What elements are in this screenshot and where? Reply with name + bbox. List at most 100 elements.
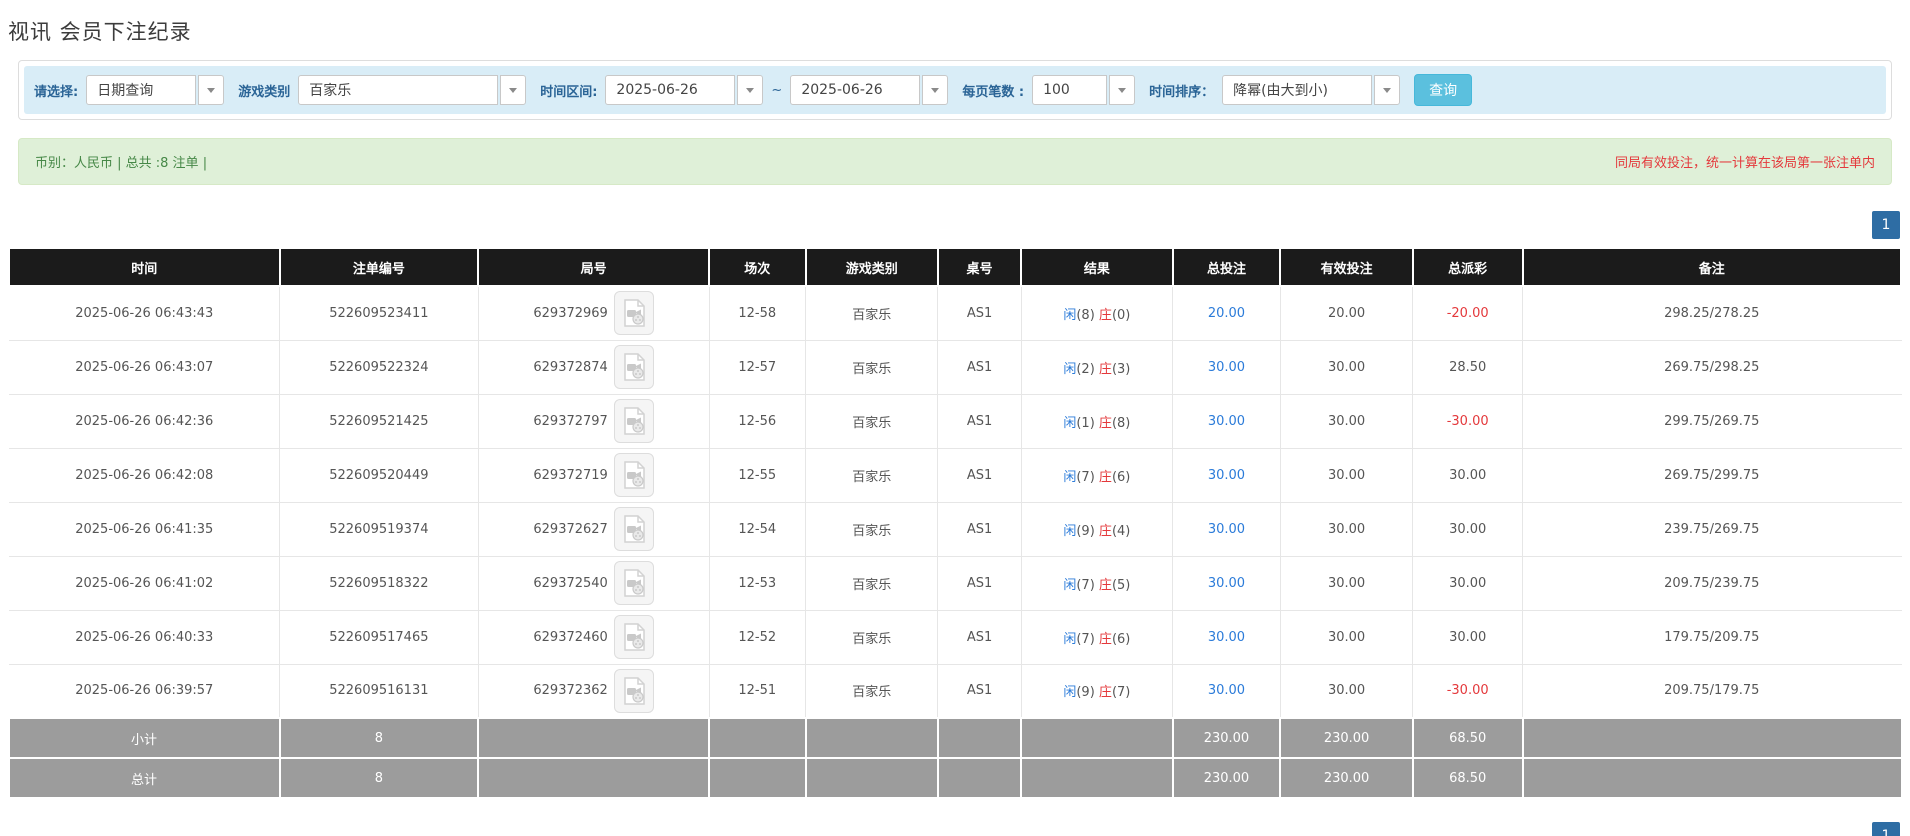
total-bet-link[interactable]: 30.00	[1208, 360, 1245, 375]
chevron-down-icon	[931, 87, 940, 93]
banker-result-label: 庄	[1098, 415, 1112, 431]
total-bet-link[interactable]: 30.00	[1208, 630, 1245, 645]
video-replay-button[interactable]	[613, 615, 654, 659]
date-from-combobox[interactable]: 2025-06-26	[605, 75, 764, 105]
player-result-label: 闲	[1063, 685, 1077, 701]
player-result-label: 闲	[1063, 307, 1077, 323]
per-page-combobox[interactable]: 100	[1032, 75, 1136, 105]
player-result-score: (1)	[1076, 415, 1095, 431]
filter-bar: 请选择: 日期查询 游戏类别 百家乐 时间区间: 2025-06-26 ~ 20…	[24, 66, 1886, 114]
table-no: AS1	[937, 663, 1022, 719]
player-result-score: (9)	[1076, 523, 1095, 539]
time-sort-combobox[interactable]: 降幂(由大到小)	[1222, 75, 1401, 105]
game-type-value[interactable]: 百家乐	[298, 75, 499, 105]
result: 闲(7) 庄(6)	[1020, 447, 1174, 503]
select-type-label: 请选择:	[34, 84, 79, 100]
payout: -30.00	[1412, 393, 1524, 449]
video-replay-button[interactable]	[613, 507, 654, 551]
banker-result-label: 庄	[1098, 577, 1112, 593]
page: 视讯 会员下注纪录 请选择: 日期查询 游戏类别 百家乐 时间区间: 2025-…	[0, 0, 1910, 836]
subtotal-total-bet: 230.00	[1171, 717, 1282, 759]
subtotal-valid-bet: 230.00	[1279, 717, 1414, 759]
banker-result-label: 庄	[1098, 307, 1112, 323]
remark: 209.75/239.75	[1522, 555, 1902, 611]
summary-info-bar: 币别：人民币 | 总共 :8 注单 | 同局有效投注，统一计算在该局第一张注单内	[18, 138, 1892, 185]
grand-total-payout: 68.50	[1411, 757, 1524, 799]
date-from-dropdown-button[interactable]	[737, 75, 764, 105]
valid-bet: 30.00	[1279, 555, 1414, 611]
bet-id: 522609520449	[279, 447, 479, 503]
per-page-dropdown-button[interactable]	[1109, 75, 1136, 105]
query-type-combobox[interactable]: 日期查询	[86, 75, 225, 105]
query-button[interactable]: 查询	[1414, 74, 1473, 106]
total-bet-link[interactable]: 30.00	[1208, 522, 1245, 537]
banker-result-score: (5)	[1111, 577, 1131, 593]
player-result-label: 闲	[1063, 631, 1077, 647]
bet-time: 2025-06-26 06:42:08	[8, 447, 281, 503]
date-to-value[interactable]: 2025-06-26	[790, 75, 921, 105]
total-bet-link[interactable]: 30.00	[1208, 576, 1245, 591]
session-no: 12-54	[708, 501, 807, 557]
currency-total-text: 币别：人民币 | 总共 :8 注单 |	[35, 156, 208, 171]
chevron-down-icon	[746, 87, 755, 93]
video-replay-button[interactable]	[613, 345, 654, 389]
valid-bet: 30.00	[1279, 663, 1414, 719]
video-replay-button[interactable]	[613, 453, 654, 497]
time-sort-value[interactable]: 降幂(由大到小)	[1222, 75, 1373, 105]
valid-bet: 30.00	[1279, 393, 1414, 449]
game-type-combobox[interactable]: 百家乐	[298, 75, 527, 105]
date-range-separator: ~	[771, 82, 783, 98]
video-replay-button[interactable]	[613, 291, 654, 336]
pagination-bottom: 1	[1872, 822, 1900, 836]
per-page-value[interactable]: 100	[1032, 75, 1108, 105]
time-range-label: 时间区间:	[540, 84, 598, 100]
remark: 298.25/278.25	[1522, 285, 1902, 341]
bet-time: 2025-06-26 06:40:33	[8, 609, 281, 665]
game-type: 百家乐	[804, 447, 939, 503]
session-no: 12-52	[708, 609, 807, 665]
video-replay-button[interactable]	[613, 561, 654, 605]
video-record-icon	[624, 407, 645, 435]
bet-id: 522609519374	[279, 501, 479, 557]
date-to-combobox[interactable]: 2025-06-26	[790, 75, 949, 105]
result: 闲(1) 庄(8)	[1020, 393, 1174, 449]
video-replay-button[interactable]	[613, 668, 654, 713]
payout: 30.00	[1412, 447, 1524, 503]
date-to-dropdown-button[interactable]	[922, 75, 949, 105]
date-from-value[interactable]: 2025-06-26	[605, 75, 736, 105]
total-bet-link[interactable]: 30.00	[1208, 414, 1245, 429]
chevron-down-icon	[1118, 87, 1127, 93]
total-bet-link[interactable]: 30.00	[1208, 683, 1245, 698]
page-1-button[interactable]: 1	[1872, 822, 1900, 836]
time-sort-dropdown-button[interactable]	[1374, 75, 1401, 105]
query-type-dropdown-button[interactable]	[198, 75, 225, 105]
bet-time: 2025-06-26 06:39:57	[8, 663, 281, 719]
video-replay-button[interactable]	[613, 399, 654, 443]
remark: 179.75/209.75	[1522, 609, 1902, 665]
round-id: 629372540	[533, 575, 608, 591]
round-id: 629372362	[533, 683, 608, 699]
total-bet-link[interactable]: 30.00	[1208, 468, 1245, 483]
page-1-button[interactable]: 1	[1872, 211, 1900, 239]
remark: 239.75/269.75	[1522, 501, 1902, 557]
table-no: AS1	[937, 339, 1022, 395]
col-total-bet: 总投注	[1171, 247, 1282, 287]
table-row: 2025-06-26 06:40:33 522609517465 6293724…	[8, 609, 1902, 665]
game-type-dropdown-button[interactable]	[500, 75, 527, 105]
banker-result-score: (6)	[1111, 631, 1131, 647]
col-result: 结果	[1020, 247, 1174, 287]
col-round-id: 局号	[477, 247, 711, 287]
payout: 30.00	[1412, 609, 1524, 665]
subtotal-row: 小计 8 230.00 230.00 68.50	[8, 717, 1902, 759]
bet-time: 2025-06-26 06:42:36	[8, 393, 281, 449]
query-type-value[interactable]: 日期查询	[86, 75, 197, 105]
result: 闲(7) 庄(6)	[1020, 609, 1174, 665]
bet-id: 522609522324	[279, 339, 479, 395]
total-bet-link[interactable]: 20.00	[1208, 306, 1245, 321]
banker-result-label: 庄	[1098, 631, 1112, 647]
banker-result-score: (3)	[1111, 361, 1131, 377]
table-row: 2025-06-26 06:42:08 522609520449 6293727…	[8, 447, 1902, 503]
result: 闲(9) 庄(7)	[1020, 663, 1174, 719]
chevron-down-icon	[509, 87, 518, 93]
session-no: 12-53	[708, 555, 807, 611]
